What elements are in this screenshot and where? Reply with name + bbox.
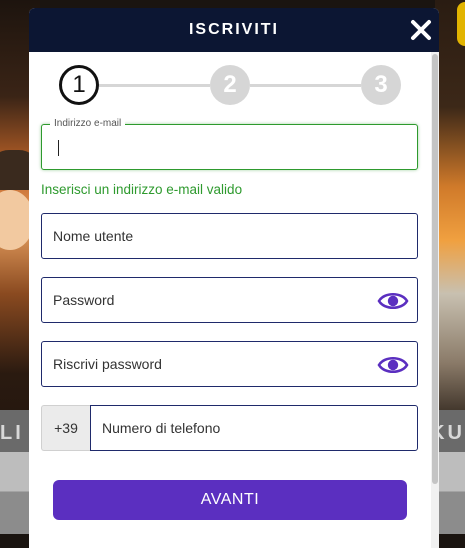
modal-header: ISCRIVITI (29, 8, 439, 52)
stepper-connector (99, 84, 210, 87)
username-field[interactable] (41, 213, 418, 259)
step-2-indicator: 2 (210, 65, 250, 105)
password-field[interactable] (41, 277, 418, 323)
email-field[interactable]: Indirizzo e-mail (41, 118, 418, 170)
signup-modal: ISCRIVITI 1 2 3 Indirizzo e-mail Inseris… (29, 8, 439, 548)
phone-country-prefix: +39 (41, 405, 90, 451)
phone-input[interactable] (102, 406, 367, 450)
eye-icon[interactable] (377, 289, 409, 313)
username-input[interactable] (53, 214, 367, 258)
eye-icon[interactable] (377, 353, 409, 377)
confirm-password-input[interactable] (53, 342, 367, 386)
close-icon[interactable] (409, 18, 433, 42)
email-input[interactable] (53, 125, 367, 169)
step-3-indicator: 3 (361, 65, 401, 105)
background-badge (457, 2, 465, 46)
modal-title: ISCRIVITI (188, 21, 279, 38)
confirm-password-field[interactable] (41, 341, 418, 387)
scrollbar-thumb[interactable] (432, 54, 438, 484)
password-input[interactable] (53, 278, 367, 322)
next-button[interactable]: AVANTI (53, 480, 407, 520)
phone-field[interactable] (90, 405, 418, 451)
email-validation-message: Inserisci un indirizzo e-mail valido (41, 182, 243, 197)
step-1-indicator: 1 (59, 65, 99, 105)
background-left-text: LI (0, 422, 24, 444)
registration-stepper: 1 2 3 (59, 65, 401, 105)
stepper-connector (250, 84, 361, 87)
